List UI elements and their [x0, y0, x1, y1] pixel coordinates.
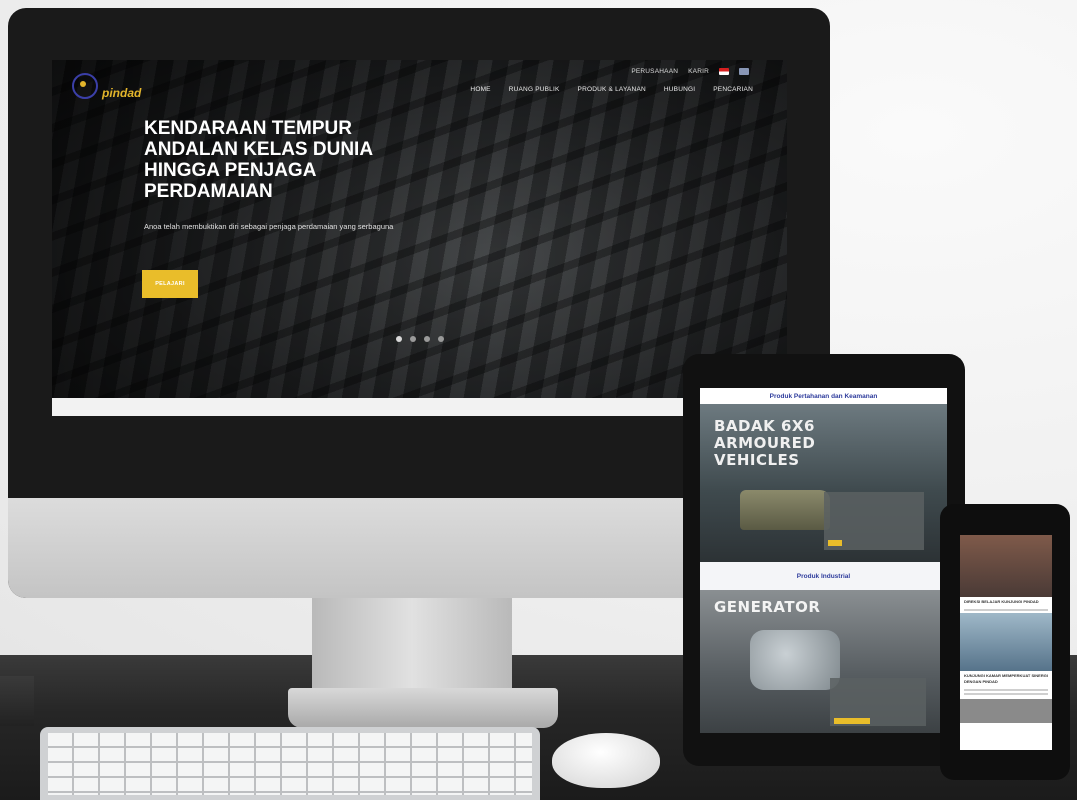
badak-banner[interactable]: BADAK 6X6 ARMOURED VEHICLES — [700, 404, 947, 562]
tablet-screen: Produk Pertahanan dan Keamanan BADAK 6X6… — [700, 388, 947, 733]
section-title-industrial: Produk Industrial — [700, 562, 947, 590]
banner-line: ARMOURED — [714, 434, 816, 452]
nav-ruang-publik[interactable]: RUANG PUBLIK — [509, 86, 560, 93]
nav-produk-layanan[interactable]: PRODUK & LAYANAN — [578, 86, 646, 93]
section-title-defense: Produk Pertahanan dan Keamanan — [700, 388, 947, 404]
indonesia-flag-icon[interactable] — [719, 68, 729, 75]
nav-home[interactable]: HOME — [470, 86, 490, 93]
main-navigation: HOME RUANG PUBLIK PRODUK & LAYANAN HUBUN… — [470, 86, 753, 93]
top-utility-bar: PERUSAHAAN KARIR — [631, 68, 749, 75]
pelajari-button[interactable]: PELAJARI — [142, 270, 198, 298]
carousel-dot[interactable] — [424, 336, 430, 342]
generator-more-button[interactable] — [834, 718, 870, 724]
topbar-link-karir[interactable]: KARIR — [688, 68, 709, 75]
imac-foot — [288, 688, 558, 728]
hero-subtitle: Anoa telah membuktikan diri sebagai penj… — [144, 222, 394, 231]
logo-text: pindad — [102, 86, 142, 100]
hero-title-line: PERDAMAIAN — [144, 181, 273, 202]
nav-hubungi[interactable]: HUBUNGI — [664, 86, 695, 93]
news-image[interactable] — [960, 535, 1052, 597]
keyboard-key-rows — [48, 733, 532, 795]
hero-title-line: ANDALAN KELAS DUNIA — [144, 139, 374, 160]
badak-info-card — [824, 492, 924, 550]
badak-more-button[interactable] — [828, 540, 842, 546]
hero-overlay — [52, 60, 787, 416]
phone-screen: DIREKSI BELAJAR KUNJUNGI PINDAD KUNJUNGI… — [960, 535, 1052, 750]
imac-stand — [312, 598, 512, 688]
generator-banner-title: GENERATOR — [714, 598, 821, 616]
page-content-strip — [52, 398, 787, 416]
mouse — [552, 733, 660, 788]
armoured-vehicle-image — [740, 490, 830, 530]
banner-line: BADAK 6X6 — [714, 417, 815, 435]
news-caption[interactable]: KUNJUNGI KAMAR MEMPERKUAT SINERGI DENGAN… — [960, 671, 1052, 687]
hero-title: KENDARAAN TEMPUR ANDALAN KELAS DUNIA HIN… — [144, 118, 414, 202]
text-placeholder-line — [964, 693, 1048, 695]
logo-emblem-icon — [72, 73, 98, 99]
topbar-link-perusahaan[interactable]: PERUSAHAAN — [631, 68, 678, 75]
generator-banner[interactable]: GENERATOR — [700, 590, 947, 733]
banner-line: VEHICLES — [714, 451, 800, 469]
news-caption[interactable]: DIREKSI BELAJAR KUNJUNGI PINDAD — [960, 597, 1052, 607]
badak-banner-title: BADAK 6X6 ARMOURED VEHICLES — [714, 418, 815, 469]
generator-info-card — [830, 678, 926, 726]
text-placeholder-line — [964, 689, 1048, 691]
carousel-indicators — [396, 336, 444, 342]
news-image[interactable] — [960, 699, 1052, 723]
carousel-dot[interactable] — [410, 336, 416, 342]
book-stack — [0, 676, 34, 726]
english-flag-icon[interactable] — [739, 68, 749, 75]
desktop-screen: pindad PERUSAHAAN KARIR HOME RUANG PUBLI… — [52, 60, 787, 416]
site-logo[interactable]: pindad — [72, 72, 141, 100]
hero-title-line: HINGGA PENJAGA — [144, 160, 317, 181]
news-image[interactable] — [960, 613, 1052, 671]
carousel-dot[interactable] — [438, 336, 444, 342]
carousel-dot[interactable] — [396, 336, 402, 342]
hero-title-line: KENDARAAN TEMPUR — [144, 118, 352, 139]
generator-image — [750, 630, 840, 690]
text-placeholder-line — [964, 609, 1048, 611]
nav-pencarian[interactable]: PENCARIAN — [713, 86, 753, 93]
